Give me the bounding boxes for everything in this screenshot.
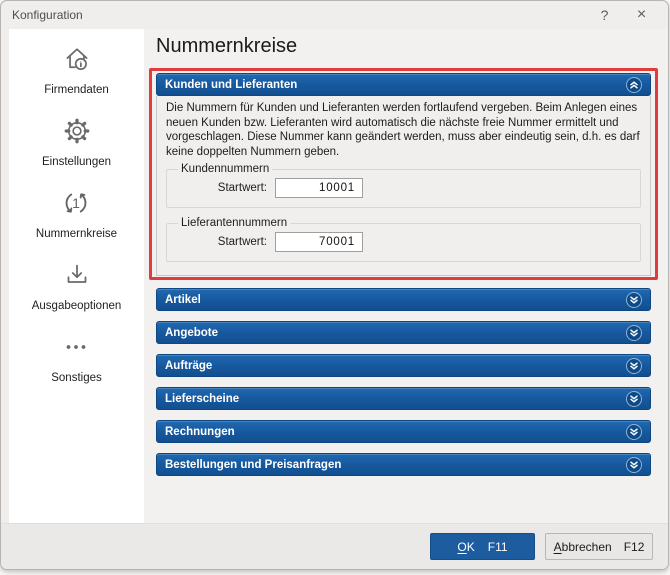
chevron-double-down-icon xyxy=(630,461,638,469)
expand-section-button[interactable] xyxy=(626,423,642,440)
accordion-title: Bestellungen und Preisanfragen xyxy=(165,458,342,471)
startwert-label: Startwert: xyxy=(217,236,267,249)
accordion-title: Artikel xyxy=(165,293,201,306)
accordion-header-auftraege[interactable]: Aufträge xyxy=(156,354,651,378)
sidebar-item-label: Firmendaten xyxy=(44,84,109,96)
sidebar-item-sonstiges[interactable]: Sonstiges xyxy=(51,330,102,384)
expand-section-button[interactable] xyxy=(626,390,642,407)
sidebar: Firmendaten Einstellungen 1 Nummernkreis… xyxy=(9,29,144,523)
chevron-double-down-icon xyxy=(630,296,638,304)
startwert-label: Startwert: xyxy=(217,182,267,195)
dialog-body: Firmendaten Einstellungen 1 Nummernkreis… xyxy=(1,29,668,523)
sidebar-item-einstellungen[interactable]: Einstellungen xyxy=(42,114,111,168)
cancel-button[interactable]: Abbrechen F12 xyxy=(545,533,653,560)
group-legend: Kundennummern xyxy=(181,163,270,176)
accordion-header-bestellungen-und-preisanfragen[interactable]: Bestellungen und Preisanfragen xyxy=(156,453,651,477)
group-lieferantennummern: Lieferantennummern Startwert: xyxy=(166,217,641,263)
chevron-double-down-icon xyxy=(630,329,638,337)
accordion-title: Angebote xyxy=(165,326,219,339)
field-row: Startwert: xyxy=(177,178,630,199)
section-kunden-und-lieferanten: Kunden und Lieferanten Die Nummern für K… xyxy=(149,68,658,281)
accordion-title: Aufträge xyxy=(165,359,213,372)
accordion-header-kunden-und-lieferanten[interactable]: Kunden und Lieferanten xyxy=(156,73,651,96)
dialog-footer: OK F11 Abbrechen F12 xyxy=(1,523,668,569)
home-info-icon xyxy=(60,42,94,76)
accordion-header-angebote[interactable]: Angebote xyxy=(156,321,651,345)
ok-button-label: OK xyxy=(457,539,475,554)
group-legend: Lieferantennummern xyxy=(181,217,288,230)
chevron-double-down-icon xyxy=(630,395,638,403)
expand-section-button[interactable] xyxy=(626,324,642,341)
collapsed-sections: Artikel Angebote Aufträge Lieferscheine … xyxy=(156,288,651,477)
accordion-title: Rechnungen xyxy=(165,425,235,438)
accordion-header-artikel[interactable]: Artikel xyxy=(156,288,651,312)
collapse-section-button[interactable] xyxy=(626,76,642,93)
lieferantennummern-startwert-input[interactable] xyxy=(275,232,363,253)
sidebar-item-label: Einstellungen xyxy=(41,156,112,168)
cancel-button-label: Abbrechen xyxy=(553,539,612,554)
sidebar-item-label: Sonstiges xyxy=(51,372,102,384)
number-cycle-icon: 1 xyxy=(59,186,93,220)
kundennummern-startwert-input[interactable] xyxy=(275,178,363,199)
page-title: Nummernkreise xyxy=(156,35,298,57)
window-title: Konfiguration xyxy=(12,8,83,22)
help-button[interactable]: ? xyxy=(586,1,623,29)
sidebar-item-label: Ausgabeoptionen xyxy=(31,300,122,312)
accordion-panel: Die Nummern für Kunden und Lieferanten w… xyxy=(156,96,651,277)
accordion-title: Lieferscheine xyxy=(165,392,240,405)
section-description: Die Nummern für Kunden und Lieferanten w… xyxy=(166,102,640,158)
chevron-double-up-icon xyxy=(630,80,638,89)
chevron-double-down-icon xyxy=(630,428,638,436)
expand-section-button[interactable] xyxy=(626,291,642,308)
gear-icon xyxy=(60,114,94,148)
ok-button-shortcut: F11 xyxy=(487,539,508,554)
configuration-dialog: Konfiguration ? × Firmendaten Einstellun… xyxy=(0,0,669,570)
sidebar-item-nummernkreise[interactable]: 1 Nummernkreise xyxy=(36,186,117,240)
output-tray-icon xyxy=(60,258,94,292)
main-content: Nummernkreise Kunden und Lieferanten Die… xyxy=(144,29,668,523)
ellipsis-icon xyxy=(59,330,93,364)
accordion-title: Kunden und Lieferanten xyxy=(165,78,298,91)
accordion-header-lieferscheine[interactable]: Lieferscheine xyxy=(156,387,651,411)
svg-text:1: 1 xyxy=(73,195,81,211)
sidebar-item-ausgabeoptionen[interactable]: Ausgabeoptionen xyxy=(31,258,122,312)
ok-button[interactable]: OK F11 xyxy=(430,533,535,560)
chevron-double-down-icon xyxy=(630,362,638,370)
group-kundennummern: Kundennummern Startwert: xyxy=(166,163,641,209)
left-gutter xyxy=(1,29,9,523)
expand-section-button[interactable] xyxy=(626,357,642,374)
close-button[interactable]: × xyxy=(623,1,660,29)
field-row: Startwert: xyxy=(177,232,630,253)
expand-section-button[interactable] xyxy=(626,456,642,473)
sidebar-item-firmendaten[interactable]: Firmendaten xyxy=(44,42,109,96)
cancel-button-shortcut: F12 xyxy=(623,539,645,554)
accordion-header-rechnungen[interactable]: Rechnungen xyxy=(156,420,651,444)
sidebar-item-label: Nummernkreise xyxy=(35,228,118,240)
title-bar: Konfiguration ? × xyxy=(1,1,668,29)
